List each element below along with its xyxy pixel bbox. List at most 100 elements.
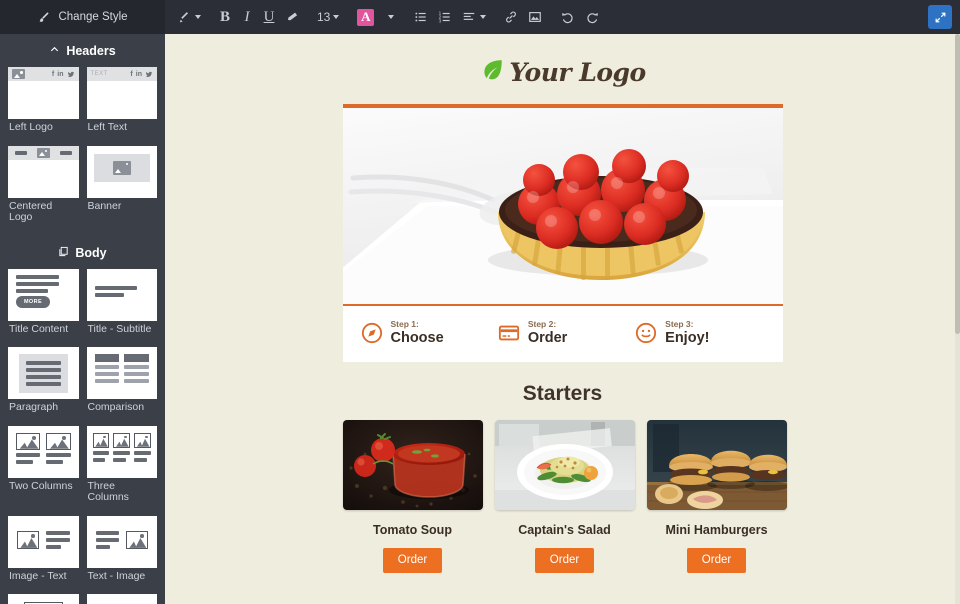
paragraph-thumbnail[interactable] xyxy=(8,347,79,400)
step-item-3[interactable]: Step 3: Enjoy! xyxy=(635,319,764,346)
sidebar-block-comparison[interactable]: Comparison xyxy=(83,347,162,426)
copy-icon xyxy=(58,246,69,260)
sidebar-block-banner[interactable]: Banner xyxy=(83,145,162,236)
sidebar-section-headers-label: Headers xyxy=(66,44,116,58)
product-name: Mini Hamburgers xyxy=(665,523,768,538)
sidebar-block-left-logo[interactable]: f in Left Logo xyxy=(4,67,83,146)
clear-format-button[interactable] xyxy=(280,0,304,34)
step-number: Step 2: xyxy=(527,319,557,329)
sidebar-block-label: Left Logo xyxy=(9,121,53,133)
step-number: Step 1: xyxy=(390,319,419,329)
bullet-list-button[interactable] xyxy=(409,0,433,34)
align-dropdown[interactable] xyxy=(457,0,491,34)
comparison-thumbnail[interactable] xyxy=(86,347,157,400)
step-title: Enjoy! xyxy=(665,329,710,346)
credit-card-icon xyxy=(498,322,520,344)
text-style-dropdown[interactable] xyxy=(173,0,206,34)
svg-text:3: 3 xyxy=(439,18,442,23)
canvas-scrollbar[interactable] xyxy=(955,34,960,604)
section-title-starters: Starters xyxy=(522,382,603,406)
email-canvas[interactable]: Your Logo Step 1: Choose Step 2: Order S… xyxy=(165,34,960,604)
product-card[interactable]: Tomato Soup Order xyxy=(342,420,483,574)
text-image-thumbnail[interactable] xyxy=(86,515,157,568)
more-pill-label: MORE xyxy=(16,295,50,308)
banner-thumbnail[interactable] xyxy=(86,145,157,198)
compass-icon xyxy=(361,322,383,344)
redo-button[interactable] xyxy=(580,0,605,34)
sidebar-block-image[interactable]: Image xyxy=(4,594,83,604)
expand-fullscreen-button[interactable] xyxy=(928,5,952,29)
sidebar-block-paragraph[interactable]: Paragraph xyxy=(4,347,83,426)
step-item-2[interactable]: Step 2: Order xyxy=(498,319,627,346)
sidebar-block-label: Title Content xyxy=(9,322,69,335)
font-size-value: 13 xyxy=(317,10,331,24)
sidebar-section-body[interactable]: Body xyxy=(0,236,165,269)
image-placeholder-icon xyxy=(12,69,25,79)
formatting-toolbar: B I U 13 A 123 xyxy=(165,0,960,34)
step-item-1[interactable]: Step 1: Choose xyxy=(361,319,490,346)
headers-block-grid: f in Left Logo TEXT f in Left Text Cente… xyxy=(0,67,165,236)
sidebar-block-separator[interactable]: ∧ ∨ Separator xyxy=(83,594,162,604)
numbered-list-button[interactable]: 123 xyxy=(433,0,457,34)
sidebar-block-image-text[interactable]: Image - Text xyxy=(4,515,83,595)
sidebar-block-label: Two Columns xyxy=(9,479,73,492)
sidebar-block-title-subtitle[interactable]: Title - Subtitle xyxy=(83,268,162,348)
social-icons: f in xyxy=(52,71,75,78)
order-button[interactable]: Order xyxy=(382,548,443,574)
sidebar-block-two-columns[interactable]: Two Columns xyxy=(4,425,83,516)
bold-button[interactable]: B xyxy=(214,0,236,34)
two-columns-thumbnail[interactable] xyxy=(8,425,79,478)
link-button[interactable] xyxy=(499,0,523,34)
three-columns-thumbnail[interactable] xyxy=(86,425,157,478)
undo-button[interactable] xyxy=(555,0,580,34)
change-style-button[interactable]: Change Style xyxy=(0,0,165,34)
product-card[interactable]: Captain's Salad Order xyxy=(494,420,635,574)
left-text-thumbnail[interactable]: TEXT f in xyxy=(86,67,157,119)
sidebar-block-label: Left Text xyxy=(87,121,128,133)
editor-body: Headers f in Left Logo TEXT f in Left Te… xyxy=(0,34,960,604)
sidebar-block-title-content[interactable]: MORE Title Content xyxy=(4,268,83,348)
order-button[interactable]: Order xyxy=(686,548,747,574)
title-content-thumbnail[interactable]: MORE xyxy=(8,268,79,321)
sidebar-block-text-image[interactable]: Text - Image xyxy=(83,515,162,595)
text-placeholder-label: TEXT xyxy=(90,71,108,77)
chevron-up-icon xyxy=(49,44,60,58)
hero-image[interactable] xyxy=(342,108,783,304)
product-image-captains-salad[interactable] xyxy=(494,420,635,511)
title-subtitle-thumbnail[interactable] xyxy=(86,268,157,321)
text-color-button[interactable]: A xyxy=(352,0,379,34)
email-document[interactable]: Your Logo Step 1: Choose Step 2: Order S… xyxy=(342,34,787,574)
sidebar-block-three-columns[interactable]: Three Columns xyxy=(83,425,162,516)
sidebar-section-headers[interactable]: Headers xyxy=(0,34,165,67)
left-logo-thumbnail[interactable]: f in xyxy=(8,67,79,119)
underline-button[interactable]: U xyxy=(258,0,280,34)
product-image-tomato-soup[interactable] xyxy=(342,420,483,511)
change-style-label: Change Style xyxy=(58,11,128,23)
font-size-dropdown[interactable]: 13 xyxy=(312,0,344,34)
logo-text: Your Logo xyxy=(509,58,646,87)
line-left xyxy=(14,150,27,155)
sidebar-block-left-text[interactable]: TEXT f in Left Text xyxy=(83,67,162,146)
email-logo[interactable]: Your Logo xyxy=(343,51,783,104)
sidebar-block-label: Banner xyxy=(87,199,122,212)
blocks-sidebar[interactable]: Headers f in Left Logo TEXT f in Left Te… xyxy=(0,34,165,604)
text-color-swatch: A xyxy=(357,8,375,26)
product-card[interactable]: Mini Hamburgers Order xyxy=(646,420,787,574)
expand-fullscreen-icon xyxy=(935,12,945,22)
image-text-thumbnail[interactable] xyxy=(8,515,79,568)
product-image-mini-hamburgers[interactable] xyxy=(646,420,787,511)
order-button[interactable]: Order xyxy=(534,548,595,574)
insert-image-button[interactable] xyxy=(523,0,547,34)
steps-row: Step 1: Choose Step 2: Order Step 3: Enj… xyxy=(342,304,783,362)
image-thumbnail[interactable] xyxy=(8,594,79,604)
top-toolbar: Change Style B I U 13 A 1 2 3 xyxy=(0,0,960,34)
scrollbar-thumb[interactable] xyxy=(955,34,960,334)
centered-logo-thumbnail[interactable] xyxy=(8,145,79,198)
smiley-icon xyxy=(635,322,657,344)
sidebar-block-centered-logo[interactable]: Centered Logo xyxy=(4,145,83,236)
italic-button[interactable]: I xyxy=(236,0,258,34)
separator-thumbnail[interactable]: ∧ ∨ xyxy=(86,594,157,604)
hero-card[interactable]: Step 1: Choose Step 2: Order Step 3: Enj… xyxy=(342,104,783,363)
text-color-dropdown[interactable] xyxy=(379,0,401,34)
sidebar-block-label: Three Columns xyxy=(87,479,129,504)
